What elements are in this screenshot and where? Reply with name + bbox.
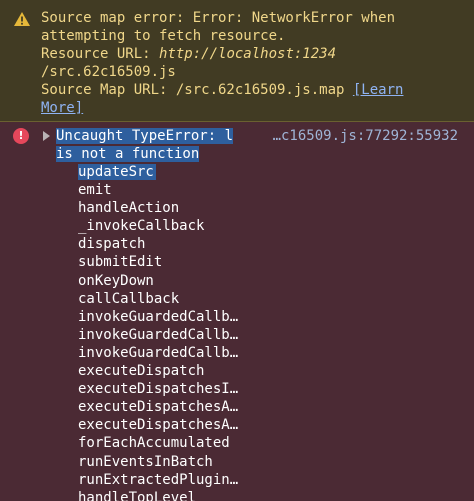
stack-frame-function-name: forEachAccumulated	[78, 435, 230, 452]
stack-frame[interactable]: submitEdit	[78, 253, 248, 271]
stack-frame-function-name: runEventsInBatch	[78, 453, 213, 470]
stack-frame-function-name: _invokeCallback	[78, 218, 205, 235]
stack-frame[interactable]: executeDispatchesA…	[78, 416, 248, 434]
error-circle-icon: !	[13, 128, 29, 144]
stack-frame[interactable]: executeDispatchesI…	[78, 380, 248, 398]
stack-frame[interactable]: handleAction	[78, 199, 248, 217]
stack-frame[interactable]: dispatch	[78, 235, 248, 253]
source-map-url-line: Source Map URL: /src.62c16509.js.map [Le…	[41, 81, 403, 99]
stack-frame[interactable]: invokeGuardedCallb…	[78, 308, 248, 326]
resource-url-line-1: Resource URL: http://localhost:1234	[41, 45, 336, 63]
warning-triangle-icon	[13, 11, 31, 27]
error-message-line-1[interactable]: Uncaught TypeError: l	[56, 127, 234, 145]
stack-frame[interactable]: onKeyDown	[78, 272, 248, 290]
stack-frame[interactable]: callCallback	[78, 290, 248, 308]
stack-frame[interactable]: invokeGuardedCallb…	[78, 344, 248, 362]
stack-frame-function-name: invokeGuardedCallb…	[78, 308, 239, 325]
uncaught-error-entry: ! Uncaught TypeError: l is not a functio…	[0, 122, 474, 501]
stack-frame[interactable]: runEventsInBatch	[78, 453, 248, 471]
learn-more-link[interactable]: [Learn	[353, 82, 404, 98]
stack-frame[interactable]: forEachAccumulated	[78, 434, 248, 452]
stack-frame-function-name: handleTopLevel	[78, 489, 197, 501]
error-message-text: Uncaught TypeError: l	[56, 128, 234, 144]
stack-frame-function-name: executeDispatchesI…	[78, 381, 239, 398]
stack-frame[interactable]: updateSrc	[78, 163, 248, 181]
stack-frame-function-name: executeDispatchesA…	[78, 399, 239, 416]
warning-message-line-1: Source map error: Error: NetworkError wh…	[41, 10, 396, 26]
error-message-line-2[interactable]: is not a function	[56, 145, 200, 163]
stack-frame-function-name: invokeGuardedCallb…	[78, 344, 239, 361]
error-message-text-continued: is not a function	[56, 146, 200, 162]
stack-frame[interactable]: emit	[78, 181, 248, 199]
stack-frame-function-name: dispatch	[78, 236, 146, 253]
stack-frame-function-name: invokeGuardedCallb…	[78, 326, 239, 343]
devtools-console: Source map error: Error: NetworkError wh…	[0, 0, 474, 501]
stack-frame-function-name: emit	[78, 182, 112, 199]
warning-message-line-2: attempting to fetch resource.	[41, 28, 286, 44]
stack-frame[interactable]: executeDispatch	[78, 362, 248, 380]
stack-frame-function-name: executeDispatch	[78, 363, 205, 380]
stack-frame[interactable]: handleTopLevel	[78, 489, 248, 501]
resource-url-label: Resource URL:	[41, 46, 160, 62]
learn-more-line-2: More]	[41, 99, 83, 117]
stack-frame[interactable]: executeDispatchesA…	[78, 398, 248, 416]
source-map-url-label: Source Map URL: /src.62c16509.js.map	[41, 82, 353, 98]
source-map-warning: Source map error: Error: NetworkError wh…	[0, 0, 474, 122]
stack-frame-function-name: onKeyDown	[78, 272, 154, 289]
stack-frame[interactable]: _invokeCallback	[78, 217, 248, 235]
stack-frame-function-name: submitEdit	[78, 254, 163, 271]
stack-frame-function-name: executeDispatchesA…	[78, 417, 239, 434]
resource-url-value: http://localhost:1234	[159, 46, 337, 62]
resource-url-line-2: /src.62c16509.js	[41, 64, 176, 80]
stack-frame-function-name: updateSrc	[78, 164, 156, 180]
stack-frame-function-name: callCallback	[78, 290, 180, 307]
error-source-link[interactable]: …c16509.js:77292:55932	[273, 127, 458, 145]
stack-frame[interactable]: invokeGuardedCallb…	[78, 326, 248, 344]
stack-frame-function-name: runExtractedPlugin…	[78, 471, 239, 488]
expand-toggle-icon[interactable]	[43, 131, 50, 141]
learn-more-link-continued[interactable]: More]	[41, 100, 83, 116]
stack-frame-function-name: handleAction	[78, 200, 180, 217]
stack-frame[interactable]: runExtractedPlugin…	[78, 471, 248, 489]
stack-trace: updateSrc emit handleAction _invokeCallback…	[78, 163, 248, 501]
